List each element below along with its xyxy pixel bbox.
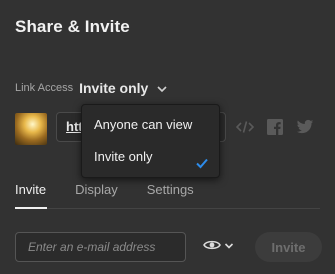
link-access-menu: Anyone can view Invite only [81, 104, 220, 178]
chevron-down-icon[interactable] [156, 82, 168, 94]
menu-item-label: Anyone can view [94, 117, 193, 132]
active-tab-indicator [15, 207, 47, 209]
email-input[interactable] [15, 232, 186, 262]
tab-divider [15, 208, 320, 209]
link-access-label: Link Access [15, 82, 74, 94]
share-icons [235, 118, 314, 136]
permission-toggle[interactable] [203, 238, 234, 256]
menu-item-anyone-can-view[interactable]: Anyone can view [82, 109, 219, 141]
twitter-icon[interactable] [296, 118, 314, 136]
chevron-down-icon [224, 238, 234, 256]
tab-display[interactable]: Display [75, 182, 118, 197]
tab-bar: Invite Display Settings [15, 182, 223, 197]
embed-code-icon[interactable] [235, 118, 255, 136]
menu-item-label: Invite only [94, 149, 153, 164]
dialog-title: Share & Invite [15, 17, 130, 36]
invite-button[interactable]: Invite [255, 232, 322, 262]
link-access-row: Link Access Invite only [15, 79, 168, 97]
eye-icon [203, 238, 221, 256]
document-thumbnail [15, 113, 47, 145]
tab-invite[interactable]: Invite [15, 182, 46, 197]
link-access-dropdown[interactable]: Invite only [79, 80, 148, 96]
menu-item-invite-only[interactable]: Invite only [82, 141, 219, 173]
tab-settings[interactable]: Settings [147, 182, 194, 197]
checkmark-icon [195, 150, 209, 169]
facebook-icon[interactable] [266, 118, 284, 136]
share-invite-panel: Share & Invite Link Access Invite only h… [0, 0, 335, 274]
